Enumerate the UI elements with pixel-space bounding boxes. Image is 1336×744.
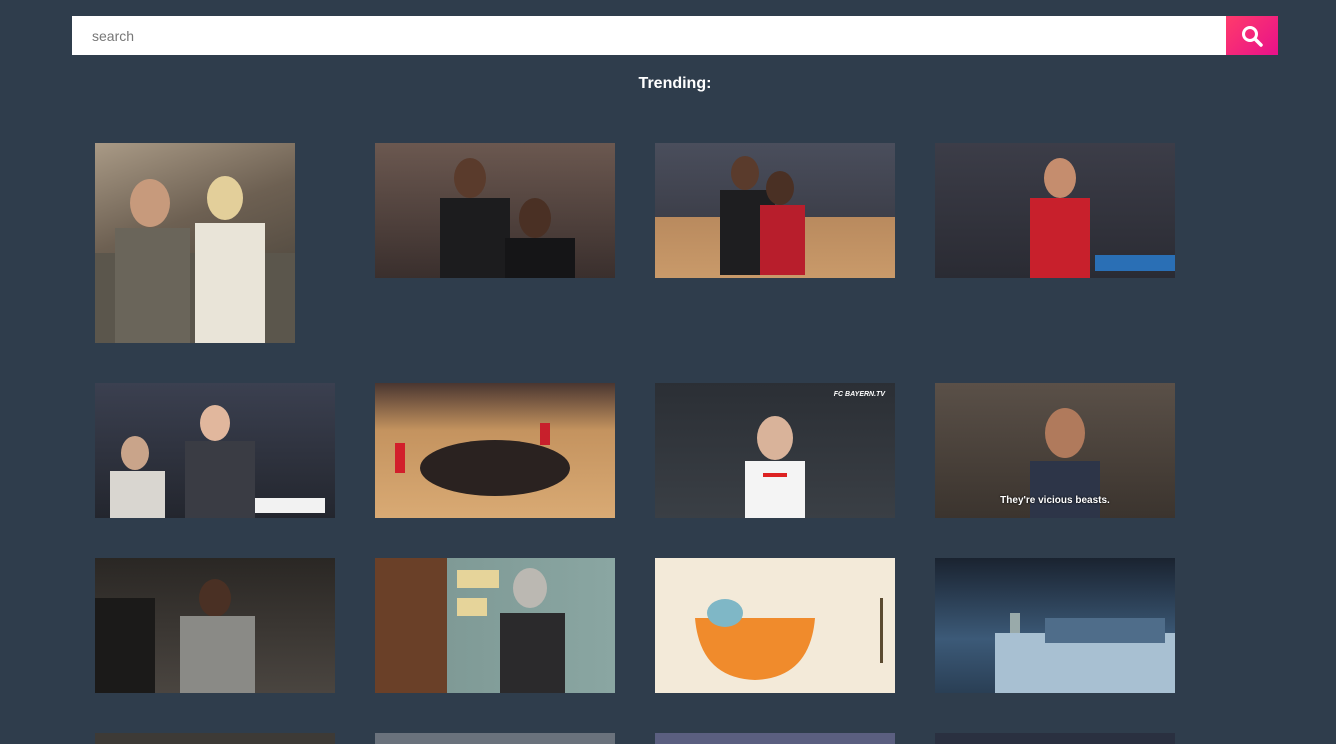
gif-image	[440, 158, 575, 278]
gif-thumbnail[interactable]	[95, 143, 295, 343]
gif-thumbnail[interactable]	[655, 558, 895, 693]
gif-thumbnail[interactable]: They're vicious beasts.	[935, 383, 1175, 518]
gif-thumbnail[interactable]	[375, 143, 615, 278]
search-bar	[72, 16, 1278, 55]
gif-thumbnail[interactable]	[95, 383, 335, 518]
gif-image	[95, 176, 295, 343]
gif-thumbnail[interactable]	[375, 558, 615, 693]
gif-caption: They're vicious beasts.	[1000, 495, 1110, 506]
gif-thumbnail[interactable]	[935, 143, 1175, 278]
search-icon	[1242, 25, 1263, 47]
gif-image	[695, 598, 883, 680]
gif-thumbnail[interactable]	[655, 733, 895, 744]
gif-image	[95, 579, 255, 693]
trending-title: Trending:	[638, 75, 712, 92]
gif-image	[745, 416, 805, 518]
gif-image	[110, 405, 325, 518]
gif-thumbnail[interactable]: FC BAYERN.TV	[655, 383, 895, 518]
gif-image	[1030, 158, 1175, 278]
gif-image	[720, 156, 805, 275]
gif-thumbnail[interactable]	[375, 383, 615, 518]
gif-image	[457, 568, 565, 693]
gif-thumbnail[interactable]	[935, 558, 1175, 693]
gif-thumbnail[interactable]	[935, 733, 1175, 744]
gif-thumbnail[interactable]	[375, 733, 615, 744]
search-button[interactable]	[1226, 16, 1278, 55]
gif-image	[995, 613, 1175, 693]
gif-image	[395, 423, 570, 496]
search-input[interactable]	[72, 16, 1226, 55]
gif-thumbnail[interactable]	[655, 143, 895, 278]
gif-watermark: FC BAYERN.TV	[833, 391, 885, 398]
gif-thumbnail[interactable]	[95, 558, 335, 693]
gif-thumbnail[interactable]	[95, 733, 335, 744]
